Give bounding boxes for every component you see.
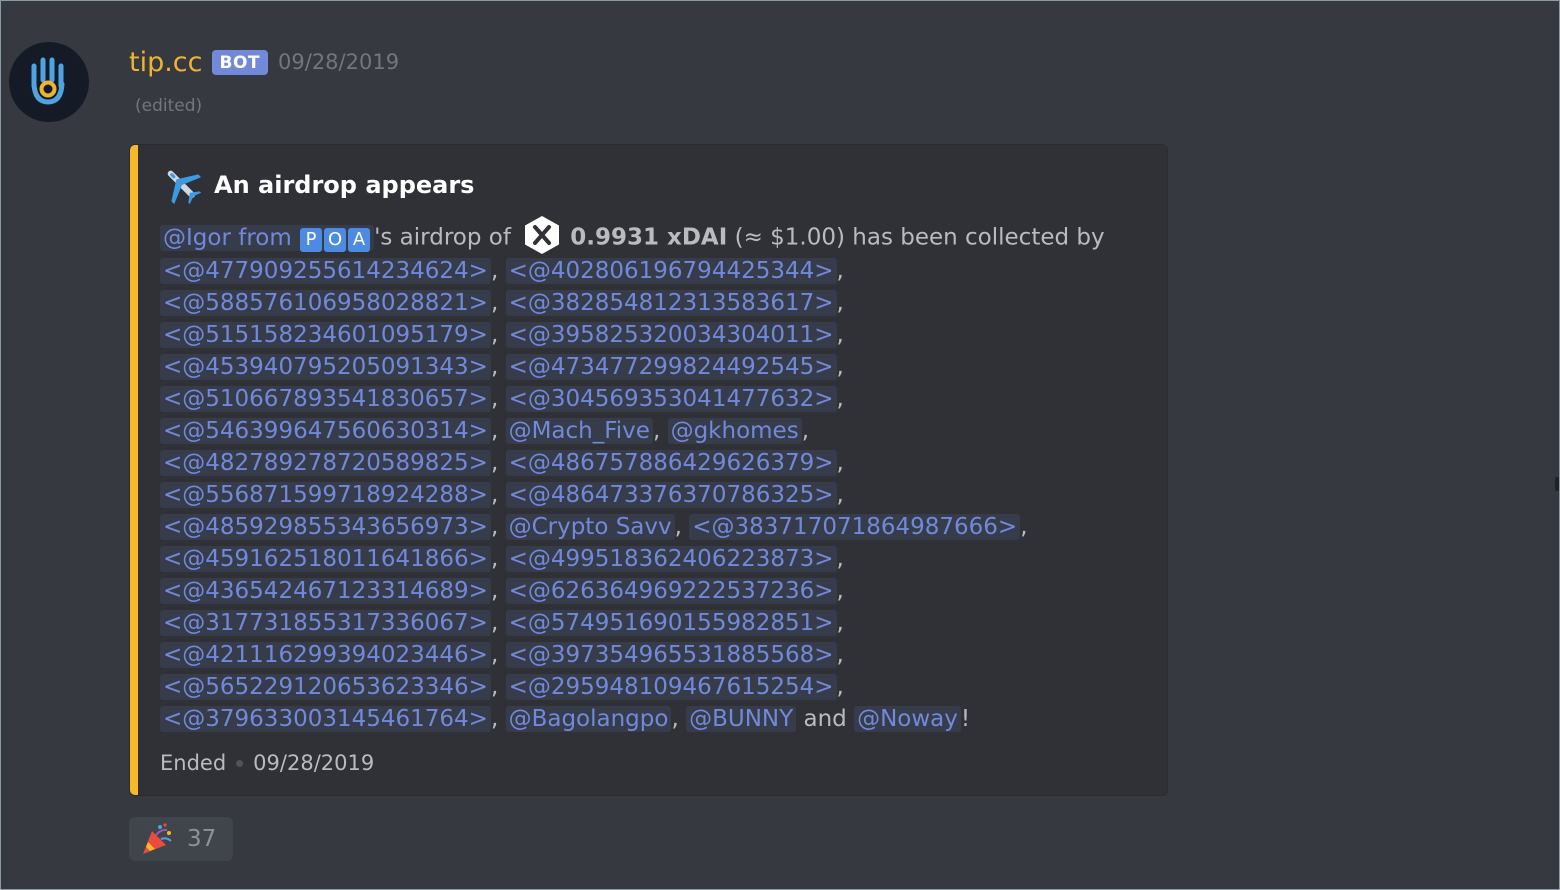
collector-mention[interactable]: <@486473376370786325> xyxy=(505,482,837,508)
airdrop-intro-line: @Igor from P O A's airdrop of 0.9931 xDAI … xyxy=(160,216,1155,255)
creator-mention[interactable]: @Igor from POA xyxy=(160,224,375,252)
collector-mention[interactable]: <@515158234601095179> xyxy=(160,322,491,348)
collector-mention[interactable]: <@482789278720589825> xyxy=(160,450,491,476)
collectors-line: <@546399647560630314>, @Mach_Five, @gkho… xyxy=(160,415,1155,447)
embed-title: An airdrop appears xyxy=(160,163,474,207)
collector-mention[interactable]: <@402806196794425344> xyxy=(505,258,837,284)
collector-mention[interactable]: <@395825320034304011> xyxy=(505,322,837,348)
collectors-line: <@515158234601095179>, <@395825320034304… xyxy=(160,319,1155,351)
edited-label: (edited) xyxy=(135,96,203,116)
collector-mention[interactable]: <@565229120653623346> xyxy=(160,674,491,700)
collectors-line: <@421116299394023446>, <@397354965531885… xyxy=(160,639,1155,671)
collectors-line: <@485929855343656973>, @Crypto Savv, <@3… xyxy=(160,511,1155,543)
collector-mention[interactable]: <@546399647560630314> xyxy=(160,418,491,444)
airdrop-amount: 0.9931 xDAI xyxy=(570,224,728,251)
collectors-line: <@453940795205091343>, <@473477299824492… xyxy=(160,351,1155,383)
collector-mention[interactable]: <@477909255614234624> xyxy=(160,258,491,284)
footer-separator xyxy=(236,759,244,767)
collector-mention[interactable]: <@486757886429626379> xyxy=(505,450,837,476)
bot-tag: BOT xyxy=(211,49,269,75)
scrollbar-nub[interactable] xyxy=(1555,477,1559,491)
hand-icon xyxy=(31,57,65,105)
embed-title-text: An airdrop appears xyxy=(214,171,475,199)
collectors-list: <@477909255614234624>, <@402806196794425… xyxy=(160,255,1155,735)
collector-mention[interactable]: <@379633003145461764> xyxy=(160,706,491,732)
collector-mention[interactable]: <@574951690155982851> xyxy=(505,610,837,636)
airplane-icon xyxy=(167,170,202,205)
party-popper-icon xyxy=(143,823,172,854)
collectors-line: <@436542467123314689>, <@626364969222537… xyxy=(160,575,1155,607)
collector-mention[interactable]: <@556871599718924288> xyxy=(160,482,491,508)
collector-mention[interactable]: <@436542467123314689> xyxy=(160,578,491,604)
username[interactable]: tip.cc xyxy=(129,47,203,78)
letter-o-icon: O xyxy=(324,227,347,252)
collector-mention[interactable]: <@588576106958028821> xyxy=(160,290,491,316)
collectors-line: <@477909255614234624>, <@402806196794425… xyxy=(160,255,1155,287)
collectors-line: <@510667893541830657>, <@304569353041477… xyxy=(160,383,1155,415)
collector-mention[interactable]: @BUNNY xyxy=(686,706,797,732)
collector-mention[interactable]: <@473477299824492545> xyxy=(505,354,837,380)
collector-mention[interactable]: <@317731855317336067> xyxy=(160,610,491,636)
collector-mention[interactable]: <@421116299394023446> xyxy=(160,642,491,668)
collector-mention[interactable]: <@499518362406223873> xyxy=(505,546,837,572)
letter-p-icon: P xyxy=(300,227,323,252)
collector-mention[interactable]: <@397354965531885568> xyxy=(505,642,837,668)
collector-mention[interactable]: <@453940795205091343> xyxy=(160,354,491,380)
airdrop-of-text: 's airdrop of xyxy=(374,224,511,251)
collector-mention[interactable]: <@459162518011641866> xyxy=(160,546,491,572)
collectors-line: <@459162518011641866>, <@499518362406223… xyxy=(160,543,1155,575)
end-punctuation: ! xyxy=(960,706,971,732)
reaction-count: 37 xyxy=(187,826,217,852)
xdai-icon xyxy=(525,216,560,254)
collector-mention[interactable]: @Crypto Savv xyxy=(505,514,675,540)
collector-mention[interactable]: <@382854812313583617> xyxy=(505,290,837,316)
embed-footer: Ended 09/28/2019 xyxy=(160,751,374,775)
footer-status: Ended xyxy=(160,751,227,775)
avatar[interactable] xyxy=(9,42,89,122)
footer-date: 09/28/2019 xyxy=(253,751,375,775)
collector-mention[interactable]: <@510667893541830657> xyxy=(160,386,491,412)
airdrop-value: (≈ $1.00) has been collected by xyxy=(734,224,1105,251)
collector-mention[interactable]: <@304569353041477632> xyxy=(505,386,837,412)
collectors-line: <@379633003145461764>, @Bagolangpo, @BUN… xyxy=(160,703,1155,735)
collector-mention[interactable]: <@295948109467615254> xyxy=(505,674,837,700)
letter-a-icon: A xyxy=(348,227,371,252)
reaction-party[interactable]: 37 xyxy=(129,817,233,861)
collectors-line: <@482789278720589825>, <@486757886429626… xyxy=(160,447,1155,479)
collectors-line: <@565229120653623346>, <@295948109467615… xyxy=(160,671,1155,703)
message-timestamp[interactable]: 09/28/2019 xyxy=(278,50,399,74)
collector-mention[interactable]: @Noway xyxy=(854,706,961,732)
embed-accent-bar xyxy=(130,145,138,795)
collectors-line: <@317731855317336067>, <@574951690155982… xyxy=(160,607,1155,639)
embed-description: @Igor from P O A's airdrop of 0.9931 xDAI … xyxy=(160,216,1155,735)
collector-mention[interactable]: <@383717071864987666> xyxy=(689,514,1021,540)
collector-mention[interactable]: @Bagolangpo xyxy=(505,706,672,732)
collector-mention[interactable]: @gkhomes xyxy=(667,418,802,444)
collectors-line: <@556871599718924288>, <@486473376370786… xyxy=(160,479,1155,511)
collector-mention[interactable]: <@485929855343656973> xyxy=(160,514,491,540)
and-word: and xyxy=(803,706,847,732)
collector-mention[interactable]: <@626364969222537236> xyxy=(505,578,837,604)
message-header: tip.cc BOT 09/28/2019 xyxy=(129,43,399,81)
collector-mention[interactable]: @Mach_Five xyxy=(505,418,653,444)
creator-mention-text: @Igor from xyxy=(163,224,292,251)
airdrop-embed: An airdrop appears @Igor from P O A's aird… xyxy=(129,144,1168,796)
collectors-line: <@588576106958028821>, <@382854812313583… xyxy=(160,287,1155,319)
